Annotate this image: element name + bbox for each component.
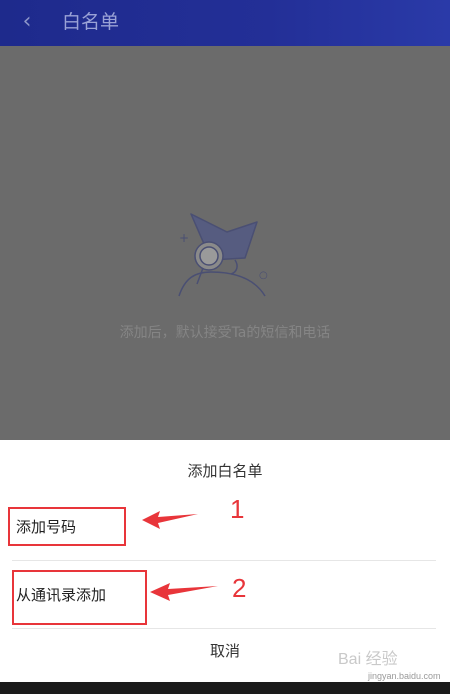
baidu-watermark: Bai 经验 jingyan.baidu.com xyxy=(338,645,442,681)
empty-state-text: 添加后，默认接受Ta的短信和电话 xyxy=(119,325,331,341)
app-header: ‹ 白名单 xyxy=(0,0,450,46)
svg-text:○: ○ xyxy=(259,270,268,281)
sheet-title: 添加白名单 xyxy=(187,462,263,480)
highlight-box-2 xyxy=(12,570,147,625)
page-title: 白名单 xyxy=(62,11,120,33)
detective-illustration: + ○ xyxy=(178,213,268,297)
back-button[interactable]: ‹ xyxy=(16,9,38,35)
arrow-left-icon xyxy=(150,583,218,601)
watermark-text: Bai 经验 xyxy=(338,651,398,668)
svg-text:+: + xyxy=(179,231,189,245)
watermark-url: jingyan.baidu.com xyxy=(368,671,441,681)
chevron-left-icon: ‹ xyxy=(22,9,32,34)
divider xyxy=(12,560,436,561)
annotation-number-1: 1 xyxy=(230,494,245,524)
annotation-number-2: 2 xyxy=(232,573,247,603)
divider xyxy=(12,628,436,629)
system-nav-bar xyxy=(0,682,450,694)
arrow-left-icon xyxy=(142,511,198,529)
highlight-box-1 xyxy=(8,507,126,546)
